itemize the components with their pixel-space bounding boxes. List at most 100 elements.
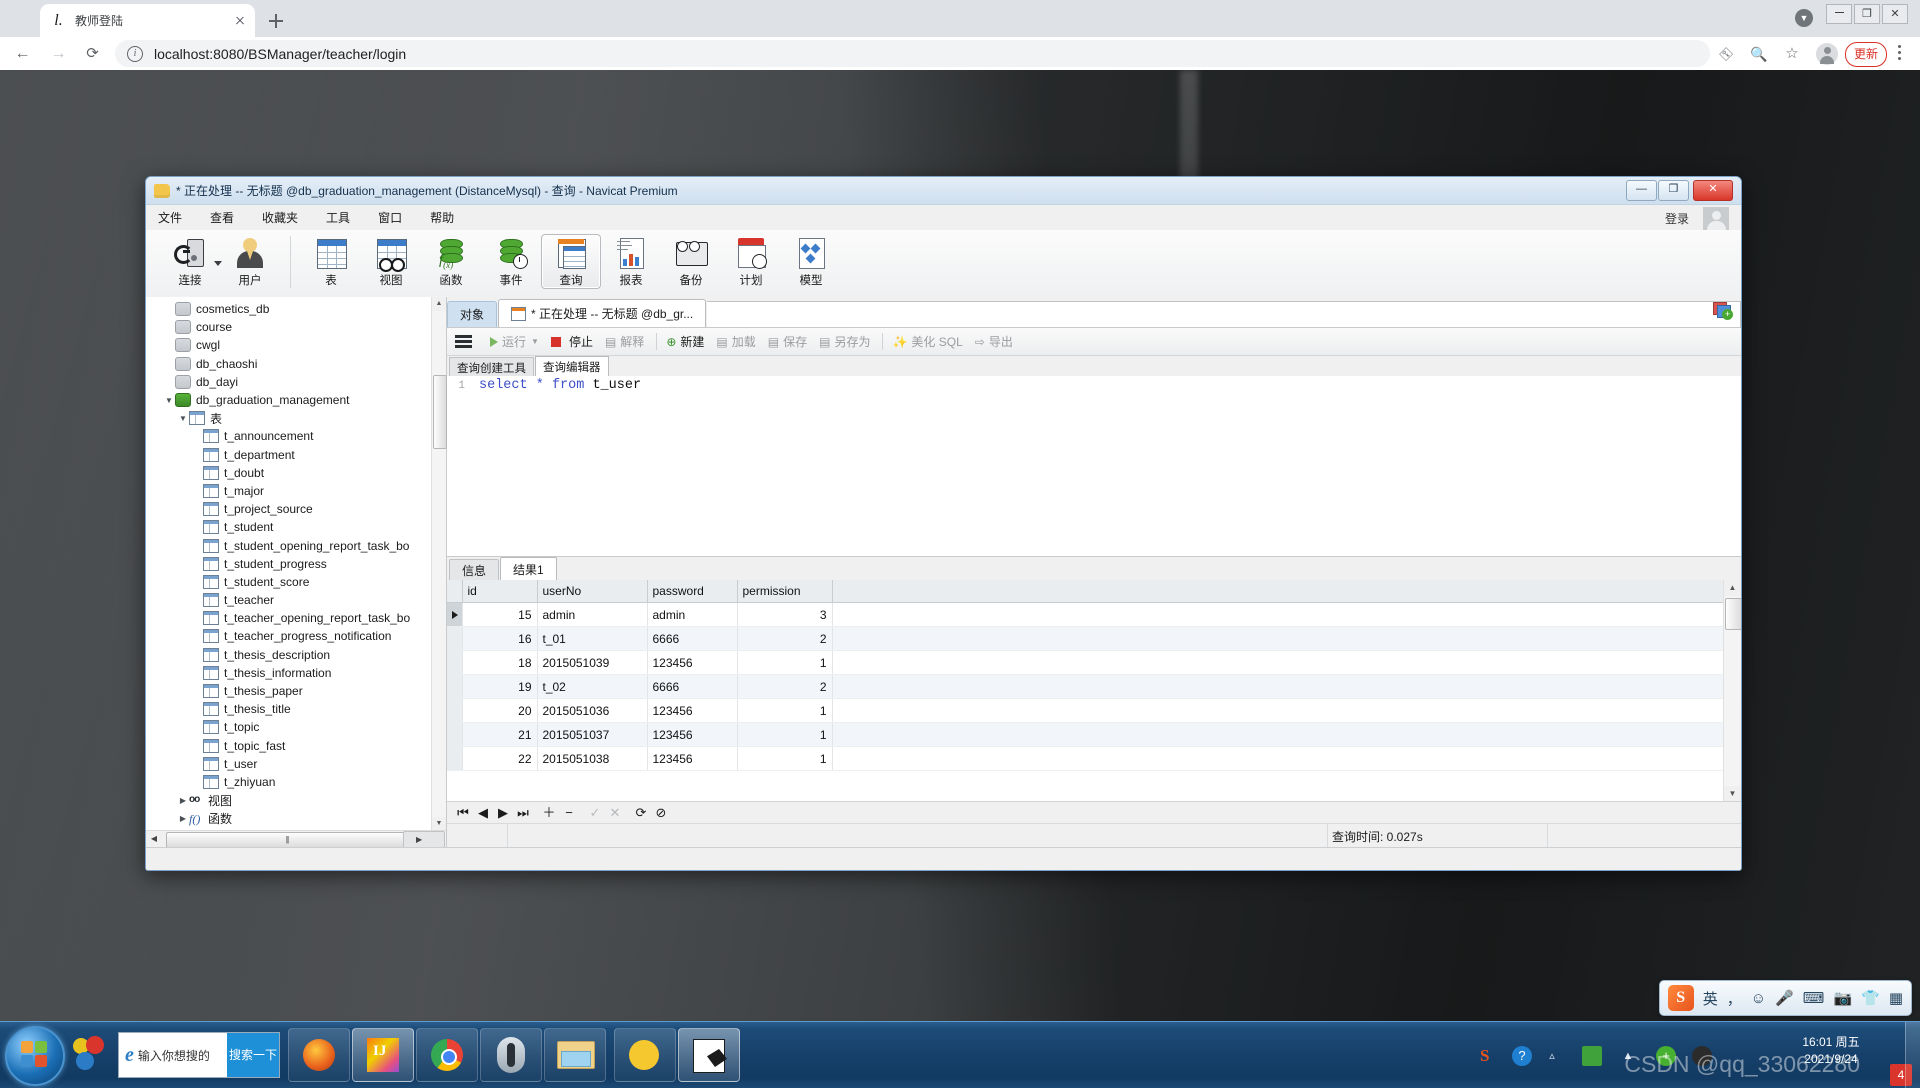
toolbar-event[interactable]: 事件 bbox=[481, 234, 541, 288]
tree-item[interactable]: t_student_score bbox=[146, 573, 432, 591]
scroll-right-icon[interactable]: ▶ bbox=[403, 831, 445, 848]
taskbar-app-dark[interactable] bbox=[480, 1028, 542, 1082]
cell-password[interactable]: 6666 bbox=[647, 626, 738, 651]
show-desktop-button[interactable] bbox=[1905, 1022, 1920, 1088]
expander-closed-icon[interactable]: ▶ bbox=[177, 814, 189, 823]
tree-item[interactable]: t_doubt bbox=[146, 464, 432, 482]
tree-item[interactable]: t_student bbox=[146, 518, 432, 536]
toolbar-schedule[interactable]: 计划 bbox=[721, 234, 781, 288]
taskbar-navicat[interactable] bbox=[678, 1028, 740, 1082]
column-header[interactable]: id bbox=[462, 580, 538, 603]
cell-userNo[interactable]: t_02 bbox=[537, 674, 648, 699]
browser-menu-icon[interactable] bbox=[1898, 45, 1902, 63]
toolbar-user[interactable]: 用户 bbox=[220, 234, 280, 288]
hamburger-icon[interactable] bbox=[455, 334, 472, 350]
cell-userNo[interactable]: admin bbox=[537, 602, 648, 627]
beautify-sql-button[interactable]: ✨ 美化 SQL bbox=[892, 333, 962, 350]
scroll-down-icon[interactable]: ▼ bbox=[432, 817, 446, 831]
table-row[interactable]: 15 admin admin 3 bbox=[447, 602, 1724, 627]
scroll-left-icon[interactable]: ◀ bbox=[146, 831, 162, 847]
export-button[interactable]: ⇨ 导出 bbox=[975, 333, 1013, 350]
ime-mode-label[interactable]: 英 bbox=[1703, 988, 1718, 1009]
toolbar-report[interactable]: 报表 bbox=[601, 234, 661, 288]
tree-item[interactable]: t_thesis_description bbox=[146, 646, 432, 664]
search-icon[interactable]: 🔍 bbox=[1748, 43, 1770, 65]
cell-userNo[interactable]: 2015051039 bbox=[537, 650, 648, 675]
cell-id[interactable]: 16 bbox=[462, 626, 538, 651]
update-button[interactable]: 更新 bbox=[1845, 42, 1888, 67]
tree-item[interactable]: t_thesis_paper bbox=[146, 682, 432, 700]
cell-permission[interactable]: 1 bbox=[737, 698, 833, 723]
address-bar[interactable]: i localhost:8080/BSManager/teacher/login bbox=[115, 40, 1710, 67]
tree-item[interactable]: ▶ f() 函数 bbox=[146, 809, 432, 827]
row-indicator[interactable] bbox=[447, 650, 463, 675]
new-tab-button[interactable] bbox=[263, 8, 289, 34]
sql-code[interactable]: select * from t_user bbox=[479, 376, 1741, 556]
run-button[interactable]: 运行 ▼ bbox=[490, 333, 539, 350]
table-row[interactable]: 18 2015051039 123456 1 bbox=[447, 650, 1724, 675]
tab-query[interactable]: * 正在处理 -- 无标题 @db_gr... bbox=[498, 299, 707, 327]
navicat-maximize-button[interactable]: ❐ bbox=[1658, 180, 1689, 201]
ie-search-box[interactable]: e 输入你想搜的 搜索一下 bbox=[118, 1032, 280, 1078]
ime-toolbar[interactable]: S 英 ， ☺ 🎤 ⌨ 📷 👕 ▦ bbox=[1658, 980, 1912, 1016]
taskbar-firefox[interactable] bbox=[288, 1028, 350, 1082]
first-record-icon[interactable]: ⏮ bbox=[453, 803, 473, 823]
menu-view[interactable]: 查看 bbox=[210, 209, 234, 226]
scroll-up-icon[interactable]: ▲ bbox=[432, 297, 446, 311]
cell-password[interactable]: 123456 bbox=[647, 698, 738, 723]
cancel-changes-icon[interactable]: ✕ bbox=[605, 803, 625, 823]
tree-item[interactable]: db_chaoshi bbox=[146, 355, 432, 373]
tree-item[interactable]: t_department bbox=[146, 446, 432, 464]
toolbar-backup[interactable]: 备份 bbox=[661, 234, 721, 288]
toolbar-query[interactable]: 查询 bbox=[541, 234, 601, 289]
tree-item[interactable]: ▶ oo 视图 bbox=[146, 791, 432, 809]
microphone-icon[interactable]: 🎤 bbox=[1775, 989, 1794, 1007]
tree-vertical-scrollbar[interactable]: ▲ ▼ bbox=[431, 297, 447, 831]
explain-button[interactable]: ▤ 解释 bbox=[605, 333, 644, 350]
row-indicator[interactable] bbox=[447, 698, 463, 723]
toolbar-view[interactable]: 视图 bbox=[361, 234, 421, 288]
table-row[interactable]: 21 2015051037 123456 1 bbox=[447, 722, 1724, 747]
save-as-button[interactable]: ▤ 另存为 bbox=[819, 333, 870, 350]
tree-item[interactable]: t_announcement bbox=[146, 427, 432, 445]
cell-id[interactable]: 18 bbox=[462, 650, 538, 675]
new-button[interactable]: ⊕ 新建 bbox=[666, 333, 704, 350]
expander-closed-icon[interactable]: ▶ bbox=[177, 796, 189, 805]
column-header[interactable]: password bbox=[647, 580, 738, 603]
row-indicator[interactable] bbox=[447, 746, 463, 771]
cell-id[interactable]: 21 bbox=[462, 722, 538, 747]
result-grid[interactable]: id userNo password permission 15 admin admin 3… bbox=[447, 580, 1724, 802]
tree-item[interactable]: course bbox=[146, 318, 432, 336]
show-hidden-icons-icon[interactable]: ▵ bbox=[1542, 1046, 1562, 1066]
cell-password[interactable]: 123456 bbox=[647, 650, 738, 675]
tree-item[interactable]: cwgl bbox=[146, 336, 432, 354]
save-button[interactable]: ▤ 保存 bbox=[768, 333, 807, 350]
tree-item[interactable]: t_student_progress bbox=[146, 555, 432, 573]
sql-editor[interactable]: 1 select * from t_user bbox=[447, 376, 1741, 557]
tab-objects[interactable]: 对象 bbox=[447, 301, 498, 327]
scroll-thumb[interactable] bbox=[1725, 598, 1741, 630]
tab-query-builder[interactable]: 查询创建工具 bbox=[449, 357, 534, 377]
menu-tools[interactable]: 工具 bbox=[326, 209, 350, 226]
tree-item[interactable]: db_dayi bbox=[146, 373, 432, 391]
taskbar-python[interactable] bbox=[614, 1028, 676, 1082]
menu-file[interactable]: 文件 bbox=[158, 209, 182, 226]
forward-icon[interactable]: → bbox=[46, 41, 71, 66]
tree-item[interactable]: t_thesis_information bbox=[146, 664, 432, 682]
tree-item[interactable]: t_teacher bbox=[146, 591, 432, 609]
prev-record-icon[interactable]: ◀ bbox=[473, 803, 493, 823]
cell-permission[interactable]: 1 bbox=[737, 722, 833, 747]
row-indicator[interactable] bbox=[447, 602, 463, 627]
emoji-icon[interactable]: ☺ bbox=[1751, 990, 1766, 1007]
table-row[interactable]: 16 t_01 6666 2 bbox=[447, 626, 1724, 651]
back-icon[interactable]: ← bbox=[10, 41, 35, 66]
cell-permission[interactable]: 2 bbox=[737, 674, 833, 699]
toolbar-connect[interactable]: 连接 bbox=[160, 234, 222, 288]
tree-horizontal-scrollbar[interactable]: ◀ ||| ▶ bbox=[146, 830, 446, 848]
object-tree[interactable]: cosmetics_db course cwgl db_chaoshi db_dayi ▼… bbox=[146, 297, 432, 831]
window-maximize-button[interactable]: ❐ bbox=[1854, 4, 1880, 24]
tree-item[interactable]: ▼ db_graduation_management bbox=[146, 391, 432, 409]
column-header[interactable]: userNo bbox=[537, 580, 648, 603]
cell-password[interactable]: 6666 bbox=[647, 674, 738, 699]
taskbar-explorer[interactable] bbox=[544, 1028, 606, 1082]
